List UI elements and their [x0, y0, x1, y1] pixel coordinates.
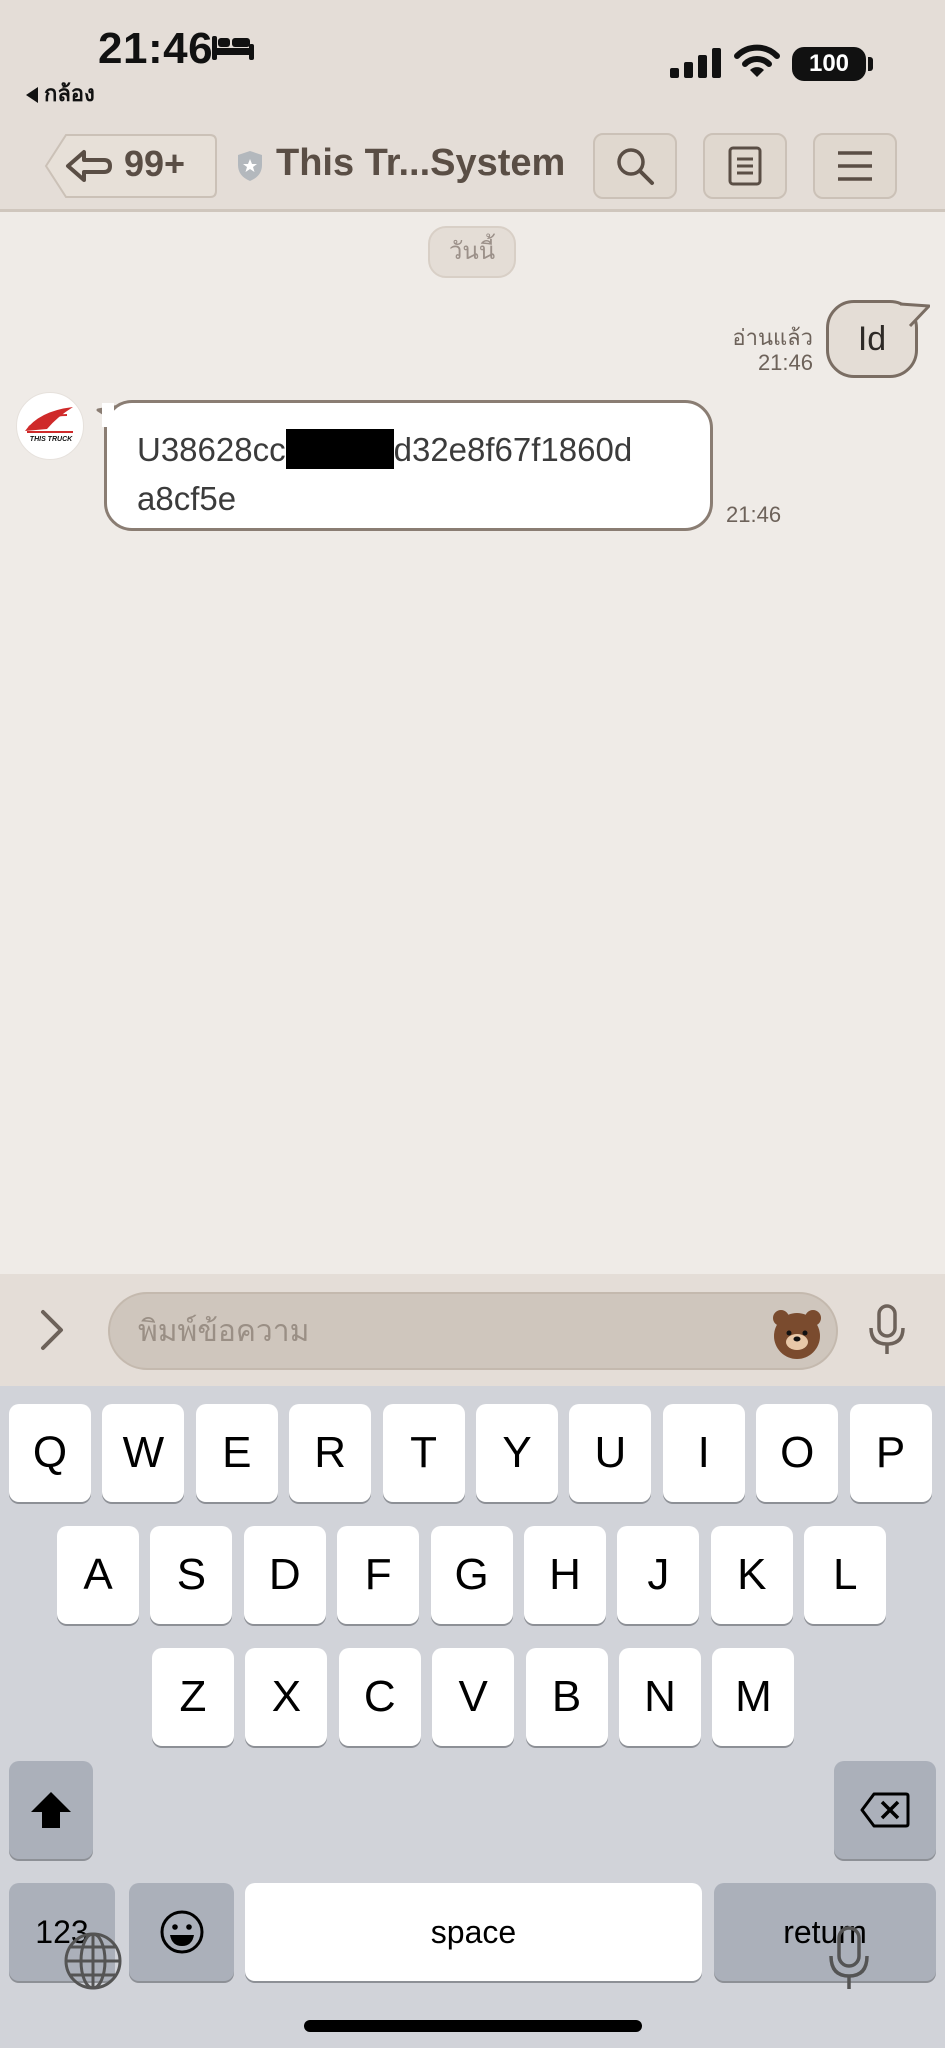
back-button[interactable]: 99+	[44, 133, 218, 199]
key-j[interactable]: J	[617, 1526, 700, 1624]
space-key[interactable]: space	[245, 1883, 702, 1981]
message-line-2: a8cf5e	[137, 480, 237, 517]
backspace-icon	[860, 1792, 910, 1828]
search-button[interactable]	[593, 133, 677, 199]
menu-button[interactable]	[813, 133, 897, 199]
cellular-signal-icon	[670, 48, 721, 78]
status-bar: 21:46 กล้อง 100	[0, 0, 945, 112]
key-d[interactable]: D	[243, 1526, 326, 1624]
key-y[interactable]: Y	[476, 1404, 558, 1502]
home-indicator[interactable]	[304, 2020, 642, 2032]
search-icon	[617, 148, 654, 185]
keyboard: QWERTYUIOP ASDFGHJKL ZXCVBNM 123 space r…	[0, 1386, 945, 2048]
wifi-icon	[734, 44, 780, 77]
key-q[interactable]: Q	[9, 1404, 91, 1502]
note-icon	[728, 146, 762, 186]
back-triangle-icon	[26, 87, 38, 104]
unread-count: 99+	[124, 143, 186, 184]
battery-indicator: 100	[792, 47, 866, 81]
message-text-start: U38628cc	[137, 431, 286, 468]
key-a[interactable]: A	[57, 1526, 139, 1624]
sticker-bear-icon[interactable]	[770, 1306, 824, 1360]
incoming-time: 21:46	[726, 502, 782, 527]
outgoing-bubble-tail	[900, 302, 930, 328]
key-f[interactable]: F	[337, 1526, 420, 1624]
redaction-block	[285, 429, 394, 470]
sender-avatar[interactable]: THIS TRUCK	[16, 392, 84, 460]
dictation-microphone-icon[interactable]	[826, 1926, 872, 1992]
key-l[interactable]: L	[804, 1526, 887, 1624]
key-i[interactable]: I	[662, 1404, 745, 1502]
key-e[interactable]: E	[195, 1404, 278, 1502]
hamburger-menu-icon	[838, 151, 872, 181]
delete-key[interactable]	[834, 1761, 936, 1859]
chat-title[interactable]: This Tr...System	[276, 142, 565, 185]
incoming-message-bubble[interactable]: U38628cc d32e8f67f1860d a8cf5e	[104, 400, 713, 531]
key-v[interactable]: V	[432, 1648, 515, 1746]
message-text-end: d32e8f67f1860d	[393, 431, 633, 468]
back-to-app-link[interactable]: กล้อง	[26, 76, 95, 111]
verified-shield-icon	[238, 151, 262, 181]
notes-button[interactable]	[703, 133, 787, 199]
key-r[interactable]: R	[289, 1404, 372, 1502]
key-o[interactable]: O	[756, 1404, 839, 1502]
key-z[interactable]: Z	[152, 1648, 234, 1746]
key-t[interactable]: T	[382, 1404, 465, 1502]
shift-key[interactable]	[9, 1761, 93, 1859]
message-input[interactable]	[138, 1294, 758, 1368]
message-line-1: U38628cc d32e8f67f1860d	[137, 425, 684, 474]
status-time: 21:46	[98, 24, 214, 73]
emoji-icon	[160, 1910, 203, 1954]
key-m[interactable]: M	[712, 1648, 795, 1746]
outgoing-time: 21:46	[757, 350, 813, 375]
message-input-bar	[0, 1274, 945, 1386]
key-c[interactable]: C	[338, 1648, 421, 1746]
key-w[interactable]: W	[102, 1404, 185, 1502]
key-x[interactable]: X	[245, 1648, 328, 1746]
battery-tip	[868, 57, 873, 71]
key-h[interactable]: H	[524, 1526, 606, 1624]
key-g[interactable]: G	[430, 1526, 513, 1624]
key-u[interactable]: U	[569, 1404, 652, 1502]
microphone-icon[interactable]	[866, 1304, 908, 1356]
emoji-key[interactable]	[129, 1883, 234, 1981]
message-field[interactable]	[108, 1292, 838, 1370]
avatar-logo-text: THIS TRUCK	[30, 436, 73, 443]
chat-header: 99+ This Tr...System	[0, 112, 945, 212]
chevron-right-icon[interactable]	[38, 1308, 66, 1352]
key-n[interactable]: N	[619, 1648, 701, 1746]
back-app-label: กล้อง	[44, 81, 95, 106]
key-s[interactable]: S	[150, 1526, 233, 1624]
date-separator: วันนี้	[428, 226, 516, 278]
key-b[interactable]: B	[525, 1648, 608, 1746]
return-key[interactable]: return	[714, 1883, 936, 1981]
tail-cover	[102, 403, 114, 427]
shift-arrow-icon	[31, 1792, 71, 1828]
key-p[interactable]: P	[849, 1404, 932, 1502]
key-k[interactable]: K	[710, 1526, 793, 1624]
sleep-focus-icon	[212, 36, 254, 60]
globe-icon[interactable]	[62, 1930, 124, 1992]
truck-logo-icon: THIS TRUCK	[25, 407, 73, 443]
